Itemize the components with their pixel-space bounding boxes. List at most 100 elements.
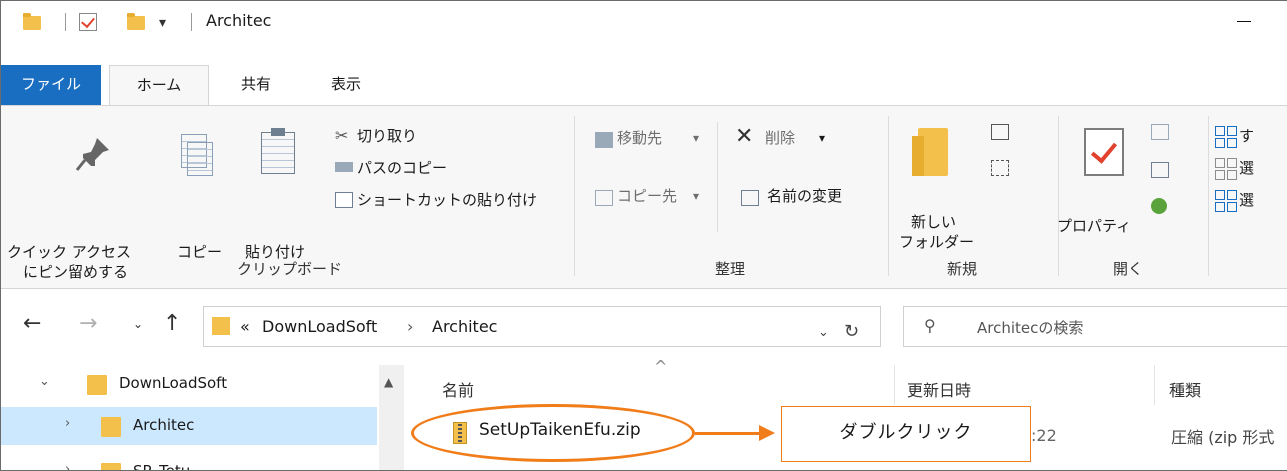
new-folder-icon[interactable] [912, 128, 948, 176]
column-divider[interactable] [1154, 365, 1155, 405]
scissors-icon[interactable]: ✂ [335, 126, 348, 145]
copy-to-icon[interactable] [595, 190, 613, 206]
folder-icon [87, 375, 107, 395]
address-history-chevron-icon[interactable]: ⌄ [818, 325, 829, 340]
paste-shortcut-icon[interactable] [335, 192, 353, 208]
nav-item-downloadsoft[interactable]: ⌄ DownLoadSoft [1, 365, 377, 403]
tab-home[interactable]: ホーム [109, 65, 209, 106]
select-none-icon[interactable] [1215, 158, 1237, 180]
group-label-organize: 整理 [715, 260, 746, 278]
divider [191, 13, 192, 31]
chevron-down-icon[interactable]: ▾ [693, 128, 699, 148]
column-divider[interactable] [894, 365, 895, 405]
breadcrumb-architec[interactable]: Architec [432, 317, 497, 336]
scroll-up-icon[interactable]: ▲ [384, 375, 393, 389]
explorer-window: ▾ Architec ファイル ホーム 共有 表示 クイック アクセス にピン留… [0, 0, 1287, 471]
pin-icon[interactable] [73, 134, 113, 174]
folder-icon [212, 317, 230, 335]
search-input[interactable]: Architecの検索 [977, 317, 1083, 338]
chevron-down-icon[interactable]: ⌄ [39, 374, 50, 389]
edit-icon[interactable] [1151, 162, 1169, 178]
paste-icon[interactable] [261, 132, 295, 174]
chevron-down-icon[interactable]: ▾ [819, 128, 825, 148]
nav-item-label: DownLoadSoft [119, 374, 228, 392]
new-folder-label-2[interactable]: フォルダー [899, 232, 974, 252]
navigation-pane: ⌄ DownLoadSoft › Architec › SP_Tetu ▲ [1, 365, 404, 471]
properties-quick-icon[interactable] [79, 13, 97, 31]
delete-button[interactable]: 削除 [765, 128, 795, 148]
select-all-icon[interactable] [1215, 126, 1237, 148]
invert-selection-icon[interactable] [1215, 190, 1237, 212]
address-row: ← → ⌄ ↑ « DownLoadSoft › Architec ⌄ ↻ ⚲ … [1, 289, 1287, 365]
group-label-open: 開く [1113, 260, 1144, 278]
pin-quick-access-label-2[interactable]: にピン留めする [23, 262, 128, 282]
annotation-ellipse [411, 404, 695, 462]
window-title: Architec [206, 11, 272, 30]
column-header-name[interactable]: 名前 [442, 377, 474, 401]
group-divider [1058, 116, 1059, 276]
nav-item-label: SP_Tetu [133, 462, 191, 471]
properties-button[interactable]: プロパティ [1057, 216, 1131, 236]
tab-file[interactable]: ファイル [1, 65, 101, 105]
nav-item-sp-tetu[interactable]: › SP_Tetu [1, 453, 377, 471]
refresh-icon[interactable]: ↻ [844, 321, 859, 342]
group-label-new: 新規 [947, 260, 978, 278]
recent-locations-chevron-icon[interactable]: ⌄ [133, 317, 143, 331]
breadcrumb-downloadsoft[interactable]: DownLoadSoft [262, 317, 377, 336]
up-arrow-icon[interactable]: ↑ [163, 311, 181, 336]
column-header-modified[interactable]: 更新日時 [907, 377, 971, 401]
search-box[interactable]: ⚲ Architecの検索 [903, 306, 1287, 347]
minimize-button[interactable] [1237, 21, 1251, 22]
copy-button[interactable]: コピー [177, 242, 222, 262]
title-bar: ▾ Architec [1, 1, 1287, 43]
new-folder-quick-icon[interactable] [127, 13, 145, 30]
folder-icon[interactable] [23, 13, 41, 30]
tab-view[interactable]: 表示 [321, 65, 371, 105]
annotation-callout: ダブルクリック [781, 406, 1031, 462]
file-row-type: 圧縮 (zip 形式 [1171, 428, 1275, 447]
file-row-modified: :22 [1031, 426, 1057, 445]
pin-quick-access-label[interactable]: クイック アクセス [7, 242, 131, 262]
back-arrow-icon[interactable]: ← [23, 311, 41, 336]
rename-button[interactable]: 名前の変更 [767, 186, 842, 206]
customize-quick-access-icon[interactable]: ▾ [159, 15, 166, 31]
divider [65, 13, 66, 31]
breadcrumb-overflow[interactable]: « [240, 317, 250, 336]
copy-path-icon[interactable] [335, 162, 353, 172]
copy-to-button[interactable]: コピー先 [617, 186, 677, 206]
annotation-arrow-head [759, 425, 775, 441]
select-none-button[interactable]: 選 [1239, 158, 1254, 178]
new-folder-label-1[interactable]: 新しい [911, 212, 956, 232]
group-divider [888, 116, 889, 276]
copy-icon-back [187, 142, 213, 176]
nav-item-architec[interactable]: › Architec [1, 407, 377, 445]
chevron-right-icon[interactable]: › [65, 416, 70, 431]
new-item-icon[interactable] [991, 124, 1009, 140]
address-bar[interactable]: « DownLoadSoft › Architec ⌄ ↻ [203, 306, 881, 347]
paste-shortcut-button[interactable]: ショートカットの貼り付け [357, 190, 537, 210]
easy-access-icon[interactable] [991, 160, 1009, 176]
delete-x-icon[interactable]: ✕ [735, 124, 753, 149]
tab-share[interactable]: 共有 [231, 65, 281, 105]
column-header-type[interactable]: 種類 [1169, 377, 1201, 401]
forward-arrow-icon[interactable]: → [79, 311, 97, 336]
properties-icon[interactable] [1084, 128, 1124, 176]
rename-icon[interactable] [741, 190, 759, 206]
copy-path-button[interactable]: パスのコピー [357, 158, 447, 178]
ribbon: クイック アクセス にピン留めする コピー 貼り付け ✂ 切り取り パスのコピー… [1, 105, 1287, 289]
invert-selection-button[interactable]: 選 [1239, 190, 1254, 210]
breadcrumb-separator-icon[interactable]: › [407, 317, 413, 336]
divider [717, 122, 718, 232]
clipboard-clip [271, 128, 285, 136]
move-to-icon[interactable] [595, 132, 613, 148]
history-icon[interactable] [1151, 198, 1167, 214]
chevron-right-icon[interactable]: › [65, 462, 70, 470]
group-label-clipboard: クリップボード [237, 260, 343, 278]
move-to-button[interactable]: 移動先 [617, 128, 662, 148]
select-all-button[interactable]: す [1239, 126, 1254, 146]
cut-button[interactable]: 切り取り [357, 126, 417, 146]
chevron-down-icon[interactable]: ▾ [693, 186, 699, 206]
group-divider [574, 116, 575, 276]
folder-icon [101, 417, 121, 437]
open-icon[interactable] [1151, 124, 1169, 140]
